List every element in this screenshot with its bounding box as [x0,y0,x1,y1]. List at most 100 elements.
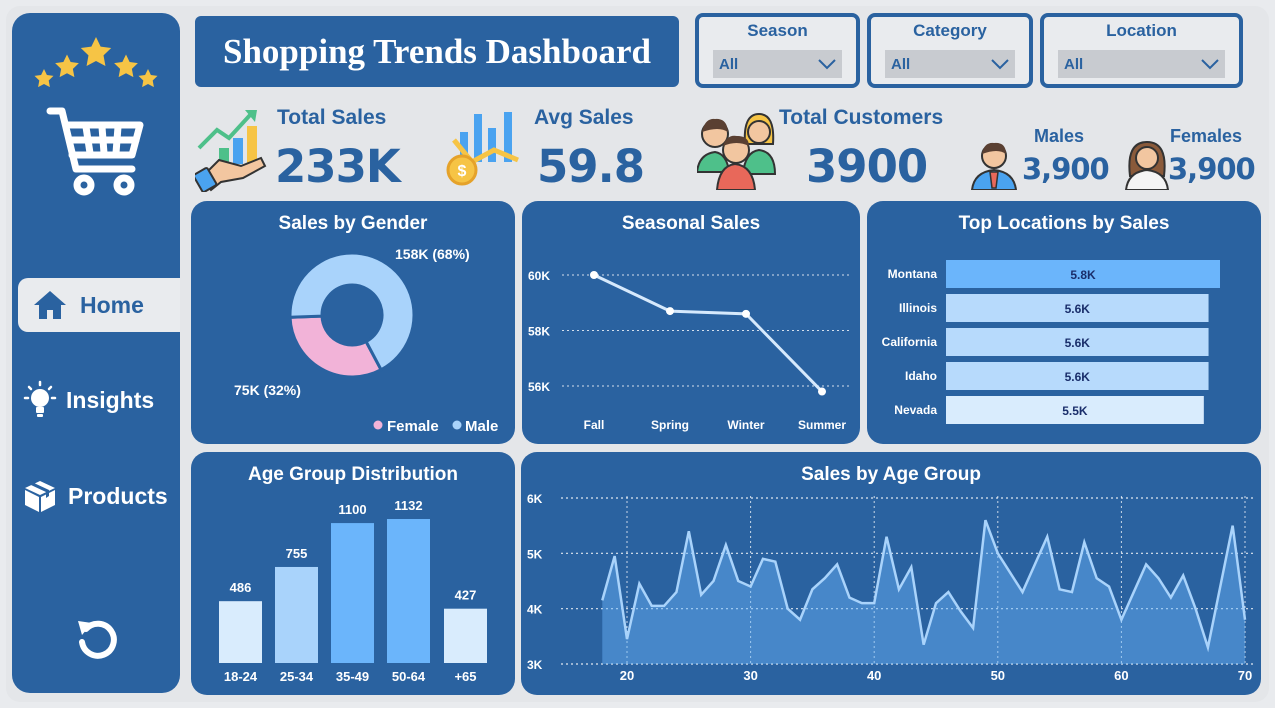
age-distribution-bar-chart: 486 18-24 755 25-34 1100 35-49 1132 50-64 427 +65 [219,498,487,684]
data-label-female: 75K (32%) [234,382,301,398]
data-label: 5.8K [1070,268,1096,282]
refresh-icon[interactable] [74,615,120,661]
x-tick-label: 18-24 [224,669,258,684]
y-tick-label: Idaho [905,369,937,383]
female-avatar-icon [1124,138,1170,191]
sidebar-item-label: Products [68,482,168,509]
home-icon [30,285,70,325]
total-sales-value: 233K [275,140,401,193]
y-tick-label: 3K [527,658,543,672]
x-tick-label: 40 [867,668,881,683]
legend-marker-female [373,420,383,430]
x-tick-label: 50-64 [392,669,426,684]
data-point-spring [666,307,674,316]
bar-50-64 [387,519,430,663]
bar-18-24 [219,601,262,663]
lightbulb-icon [20,380,60,420]
x-tick-label: Fall [584,418,605,432]
x-tick-label: 30 [743,668,757,683]
y-tick-label: 58K [528,325,550,339]
bar-35-49 [331,523,374,663]
x-tick-label: 50 [991,668,1005,683]
data-point-winter [742,309,750,318]
bar-25-34 [275,566,318,663]
gender-donut-chart: 75K (32%) 158K (68%) Female Male [234,246,498,435]
total-customers-label: Total Customers [779,106,944,129]
legend-label-female: Female [387,418,439,435]
y-tick-label: 56K [528,380,550,394]
x-tick-label: Winter [727,418,765,432]
x-tick-label: 70 [1238,668,1252,683]
sidebar-item-label: Home [80,291,144,318]
data-label-male: 158K (68%) [395,246,470,262]
sidebar-item-products[interactable]: Products [12,469,168,523]
y-tick-label: 4K [527,603,543,617]
svg-text:$: $ [458,163,467,180]
dropdown-value: All [719,55,739,73]
seasonal-sales-card: Seasonal Sales 60K 58K 56K Fall Spring Winter… [522,201,860,444]
data-label: 486 [230,580,252,595]
customers-group-icon [695,108,777,191]
x-tick-label: 35-49 [336,669,369,684]
y-tick-label: 6K [527,492,543,506]
rating-stars-icon [30,35,160,88]
sidebar-item-insights[interactable]: Insights [12,373,154,427]
y-tick-label: 5K [527,547,543,561]
sales-by-gender-card: Sales by Gender 75K (32%) 158K (68%) Femal… [191,201,515,444]
x-tick-label: 20 [620,668,634,683]
dropdown-value: All [891,55,911,73]
locations-bar-chart: Montana 5.8K Illinois 5.6K California 5.6K Ida… [882,260,1220,424]
bar-+65 [444,608,487,663]
data-label: 755 [286,546,308,561]
avg-sales-icon: $ [446,110,526,188]
males-value: 3,900 [1022,152,1110,186]
legend-label-male: Male [465,418,498,435]
page-title: Shopping Trends Dashboard [195,16,679,87]
males-label: Males [1034,126,1085,146]
box-icon [20,476,60,516]
male-avatar-icon [970,138,1018,191]
shopping-cart-icon [46,105,146,196]
data-label: 1100 [338,502,366,517]
sidebar: Home Insights Products [12,13,180,693]
x-tick-label: 25-34 [280,669,314,684]
data-label: 5.6K [1065,370,1091,384]
females-value: 3,900 [1168,152,1256,186]
data-label: 5.5K [1062,404,1088,418]
sales-growth-icon [192,108,271,193]
sales-by-age-card: Sales by Age Group 6K 5K 4K 3K 20 30 40 50 60 70 [521,452,1261,695]
avg-sales-value: 59.8 [537,140,645,193]
chevron-down-icon [818,59,836,70]
x-tick-label: 60 [1114,668,1128,683]
y-tick-label: 60K [528,269,550,283]
filter-location: Location All [1040,13,1243,88]
filter-label: Location [1106,21,1177,40]
sales-by-age-area-chart: 6K 5K 4K 3K 20 30 40 50 60 70 [527,492,1253,683]
y-tick-label: Montana [888,267,938,281]
filter-category: Category All [867,13,1033,88]
series-line [593,273,824,393]
top-locations-card: Top Locations by Sales Montana 5.8K Illino… [867,201,1261,444]
chevron-down-icon [991,59,1009,70]
sidebar-item-label: Insights [66,386,155,413]
legend-marker-male [452,420,462,430]
filter-label: Category [913,21,987,40]
data-point-fall [590,271,598,279]
category-dropdown[interactable]: All [885,50,1015,78]
season-dropdown[interactable]: All [713,50,842,78]
females-label: Females [1170,126,1243,146]
sidebar-item-home[interactable]: Home [18,278,180,332]
seasonal-line-chart: 60K 58K 56K Fall Spring Winter Summer [528,269,852,432]
data-label: 5.6K [1065,336,1091,350]
data-label: 427 [455,588,477,603]
filter-label: Season [747,21,808,40]
y-tick-label: Nevada [894,403,937,417]
data-point-summer [818,387,826,396]
location-dropdown[interactable]: All [1058,50,1225,78]
chevron-down-icon [1201,59,1219,70]
dropdown-value: All [1064,55,1084,73]
y-tick-label: California [882,335,938,349]
x-tick-label: Summer [798,418,846,432]
total-customers-value: 3900 [806,140,928,193]
age-group-distribution-card: Age Group Distribution 486 18-24 755 25-34 1… [191,452,515,695]
